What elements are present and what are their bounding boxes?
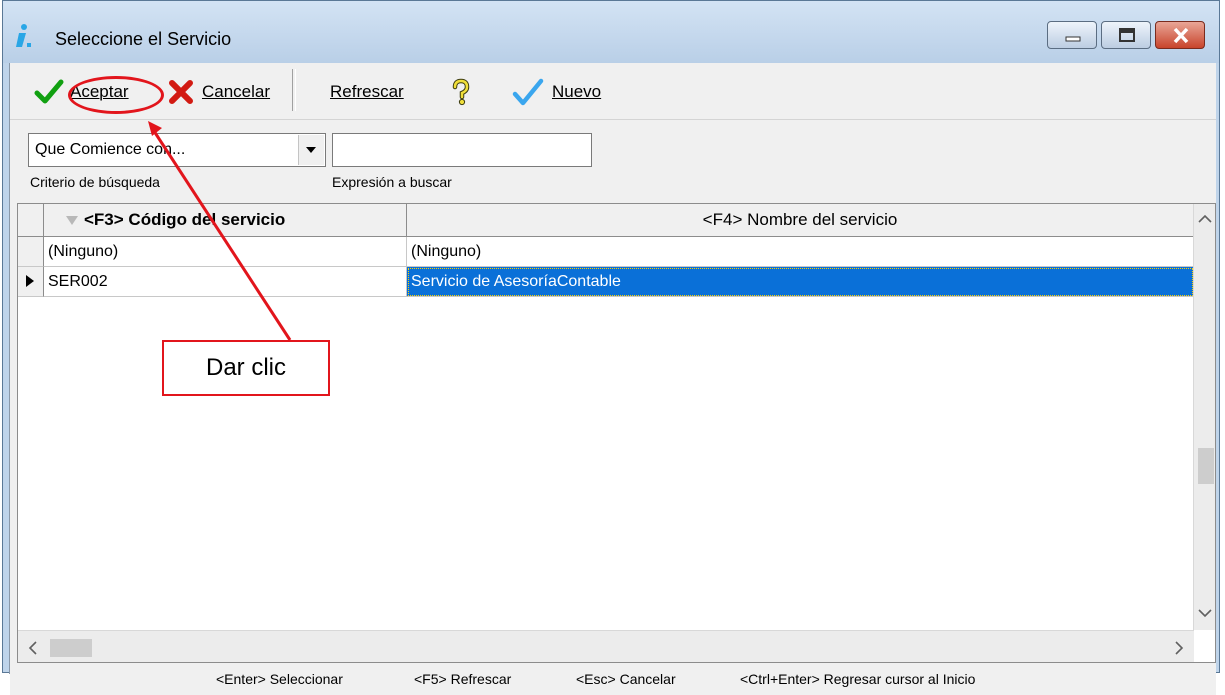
search-expression-input[interactable] bbox=[332, 133, 592, 167]
search-panel: Que Comience con... Criterio de búsqueda… bbox=[10, 120, 1216, 194]
annotation-callout: Dar clic bbox=[162, 340, 330, 396]
services-grid: <F3> Código del servicio <F4> Nombre del… bbox=[17, 203, 1216, 663]
column-header-code-label: <F3> Código del servicio bbox=[84, 210, 286, 229]
column-header-code[interactable]: <F3> Código del servicio bbox=[44, 204, 407, 237]
row-header-corner bbox=[18, 204, 44, 237]
check-icon bbox=[34, 79, 64, 104]
title-bar[interactable]: Seleccione el Servicio bbox=[3, 1, 1219, 63]
highlight-ellipse bbox=[68, 76, 164, 114]
refresh-label: Refrescar bbox=[330, 82, 404, 101]
scroll-left-icon[interactable] bbox=[28, 641, 38, 655]
status-hint-f5: <F5> Refrescar bbox=[414, 671, 512, 687]
cancel-label: Cancelar bbox=[202, 82, 271, 101]
help-icon bbox=[452, 78, 470, 106]
vertical-scroll-thumb[interactable] bbox=[1198, 448, 1214, 484]
column-header-name-label: <F4> Nombre del servicio bbox=[702, 210, 898, 229]
info-icon bbox=[16, 24, 31, 47]
table-cell-code[interactable]: (Ninguno) bbox=[44, 237, 407, 267]
status-hint-esc: <Esc> Cancelar bbox=[576, 671, 676, 687]
criteria-dropdown[interactable]: Que Comience con... bbox=[28, 133, 326, 167]
current-row-icon bbox=[26, 275, 34, 287]
table-cell-name-selected[interactable]: Servicio de AsesoríaContable bbox=[407, 267, 1194, 297]
sort-icon bbox=[66, 216, 78, 225]
vertical-scrollbar[interactable] bbox=[1193, 204, 1215, 630]
x-icon bbox=[169, 80, 193, 104]
status-bar: <Enter> Seleccionar <F5> Refrescar <Esc>… bbox=[10, 665, 1216, 695]
chevron-down-icon bbox=[306, 147, 316, 153]
row-header[interactable] bbox=[18, 237, 44, 267]
new-button[interactable]: Nuevo bbox=[512, 77, 601, 107]
table-cell-code[interactable]: SER002 bbox=[44, 267, 407, 297]
horizontal-scrollbar[interactable] bbox=[18, 630, 1194, 662]
dropdown-arrow-button[interactable] bbox=[298, 135, 324, 165]
scroll-right-icon[interactable] bbox=[1174, 641, 1184, 655]
window-title: Seleccione el Servicio bbox=[55, 29, 232, 49]
criteria-caption: Criterio de búsqueda bbox=[30, 174, 160, 190]
column-header-name[interactable]: <F4> Nombre del servicio bbox=[407, 204, 1194, 237]
cancel-button[interactable]: Cancelar bbox=[168, 77, 270, 107]
checkmark-icon bbox=[512, 78, 544, 106]
toolbar: Aceptar Cancelar Refrescar Nuevo bbox=[10, 63, 1216, 120]
maximize-button[interactable] bbox=[1101, 21, 1151, 49]
criteria-value: Que Comience con... bbox=[35, 141, 186, 158]
scroll-up-icon[interactable] bbox=[1198, 214, 1212, 224]
toolbar-separator bbox=[292, 69, 296, 111]
table-cell-name[interactable]: (Ninguno) bbox=[407, 237, 1194, 267]
minimize-icon bbox=[1065, 36, 1081, 42]
status-hint-enter: <Enter> Seleccionar bbox=[216, 671, 343, 687]
dialog-window: Seleccione el Servicio Aceptar Cancelar … bbox=[2, 0, 1220, 695]
close-button[interactable] bbox=[1155, 21, 1205, 49]
horizontal-scroll-thumb[interactable] bbox=[50, 639, 92, 657]
maximize-icon bbox=[1119, 28, 1135, 42]
new-label: Nuevo bbox=[552, 82, 602, 101]
close-icon bbox=[1173, 27, 1189, 44]
row-header-current[interactable] bbox=[18, 267, 44, 297]
expression-caption: Expresión a buscar bbox=[332, 174, 452, 190]
scroll-down-icon[interactable] bbox=[1198, 608, 1212, 618]
minimize-button[interactable] bbox=[1047, 21, 1097, 49]
help-button[interactable] bbox=[450, 77, 472, 107]
refresh-button[interactable]: Refrescar bbox=[330, 77, 404, 107]
status-hint-ctrl-enter: <Ctrl+Enter> Regresar cursor al Inicio bbox=[740, 671, 976, 687]
